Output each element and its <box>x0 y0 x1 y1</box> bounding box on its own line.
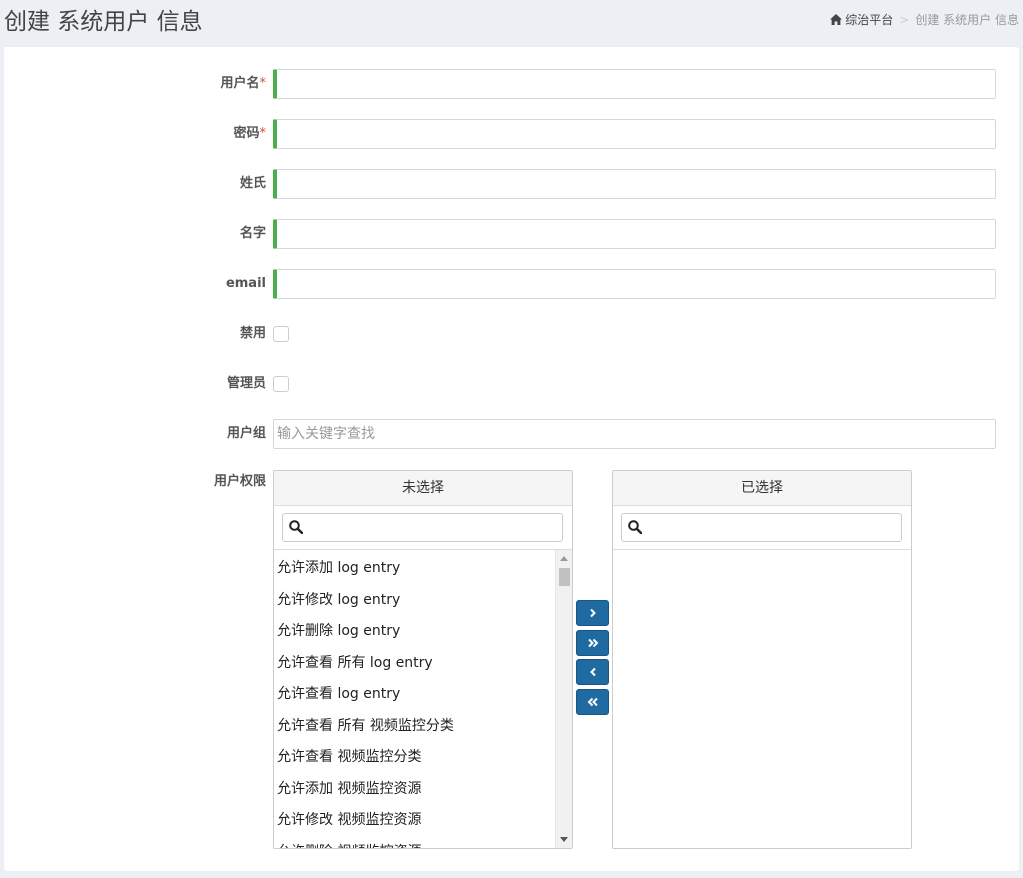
available-scrollbar[interactable] <box>555 550 572 848</box>
last-name-field[interactable] <box>273 169 996 199</box>
search-icon <box>289 520 303 534</box>
list-item[interactable]: 允许查看 视频监控分类 <box>274 742 556 774</box>
remove-all-button[interactable] <box>576 689 609 715</box>
add-all-button[interactable] <box>576 630 609 656</box>
list-item[interactable]: 允许修改 视频监控资源 <box>274 805 556 837</box>
user-group-search-input[interactable] <box>273 419 996 449</box>
first-name-label: 名字 <box>239 226 266 241</box>
first-name-field[interactable] <box>273 219 996 249</box>
username-field[interactable] <box>273 69 996 99</box>
list-item[interactable]: 允许删除 视频监控资源 <box>274 837 556 849</box>
list-item[interactable]: 允许添加 log entry <box>274 553 556 585</box>
admin-label: 管理员 <box>226 376 266 391</box>
email-label: email <box>225 276 266 291</box>
email-row: email <box>4 269 1019 299</box>
first-name-row: 名字 <box>4 219 1019 249</box>
page-title: 创建 系统用户 信息 <box>4 9 203 35</box>
page-header: 创建 系统用户 信息 综治平台 > 创建 系统用户 信息 <box>0 0 1023 44</box>
password-label: 密码* <box>233 126 267 141</box>
double-chevron-left-icon <box>587 697 598 707</box>
chosen-permissions-box: 已选择 <box>612 470 912 849</box>
available-filter <box>274 506 572 550</box>
form-card: 用户名* 密码* 姓氏 名字 email 禁用 管理员 用户组 用户权限 未选择 <box>4 46 1019 871</box>
user-group-row: 用户组 <box>4 419 1019 449</box>
chosen-filter-wrap <box>621 513 902 542</box>
available-filter-wrap <box>282 513 563 542</box>
chevron-left-icon <box>589 667 596 677</box>
username-label: 用户名* <box>220 76 267 91</box>
disabled-checkbox[interactable] <box>273 326 289 342</box>
list-item[interactable]: 允许删除 log entry <box>274 616 556 648</box>
chosen-options-list[interactable] <box>613 550 911 848</box>
list-item[interactable]: 允许查看 所有 视频监控分类 <box>274 711 556 743</box>
password-row: 密码* <box>4 119 1019 149</box>
available-permissions-box: 未选择 允许添加 log entry 允许修改 log entry 允许删除 l… <box>273 470 573 849</box>
available-title: 未选择 <box>274 471 572 506</box>
disabled-row: 禁用 <box>4 319 1019 349</box>
chosen-filter <box>613 506 911 550</box>
scroll-up-icon[interactable] <box>560 556 568 561</box>
required-mark: * <box>259 76 267 91</box>
scroll-down-icon[interactable] <box>560 837 568 842</box>
last-name-row: 姓氏 <box>4 169 1019 199</box>
breadcrumb-home-link[interactable]: 综治平台 <box>845 11 893 28</box>
breadcrumb-current: 创建 系统用户 信息 <box>915 13 1019 27</box>
search-icon <box>628 520 642 534</box>
list-item[interactable]: 允许修改 log entry <box>274 585 556 617</box>
add-selected-button[interactable] <box>576 600 609 626</box>
chevron-right-icon <box>589 608 596 618</box>
user-group-label: 用户组 <box>226 426 266 441</box>
password-field[interactable] <box>273 119 996 149</box>
list-item[interactable]: 允许查看 所有 log entry <box>274 648 556 680</box>
available-options-list[interactable]: 允许添加 log entry 允许修改 log entry 允许删除 log e… <box>274 550 556 848</box>
breadcrumb-separator: > <box>899 12 910 27</box>
email-field[interactable] <box>273 269 996 299</box>
admin-checkbox[interactable] <box>273 376 289 392</box>
chosen-filter-input[interactable] <box>648 516 898 539</box>
available-filter-input[interactable] <box>309 516 559 539</box>
breadcrumb: 综治平台 > 创建 系统用户 信息 <box>830 11 1019 28</box>
chosen-title: 已选择 <box>613 471 911 506</box>
home-icon <box>830 14 843 25</box>
admin-row: 管理员 <box>4 369 1019 399</box>
list-item[interactable]: 允许添加 视频监控资源 <box>274 774 556 806</box>
required-mark: * <box>259 126 267 141</box>
username-row: 用户名* <box>4 69 1019 99</box>
double-chevron-right-icon <box>587 638 598 648</box>
scrollbar-thumb[interactable] <box>559 568 570 586</box>
disabled-label: 禁用 <box>239 326 266 341</box>
remove-selected-button[interactable] <box>576 659 609 685</box>
list-item[interactable]: 允许查看 log entry <box>274 679 556 711</box>
permissions-label: 用户权限 <box>213 474 266 489</box>
last-name-label: 姓氏 <box>239 176 266 191</box>
